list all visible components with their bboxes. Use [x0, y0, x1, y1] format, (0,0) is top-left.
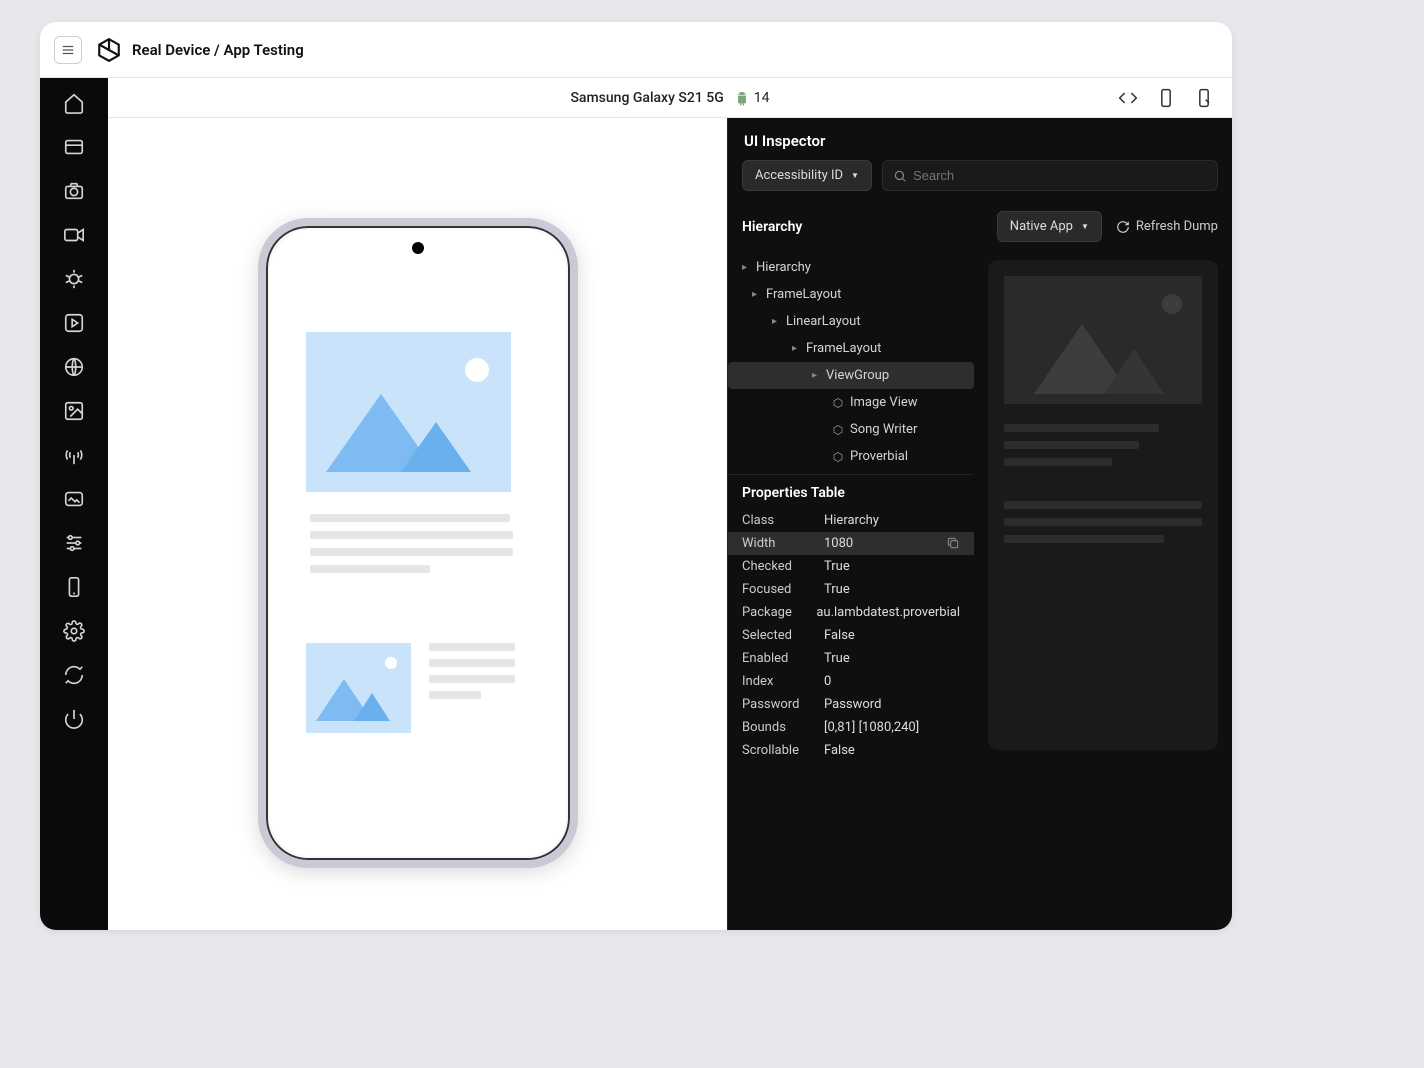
copy-icon[interactable]: [946, 536, 960, 550]
prop-row-focused[interactable]: FocusedTrue: [728, 578, 974, 601]
preview-line: [1004, 518, 1202, 526]
inspector-title: UI Inspector: [728, 118, 1232, 160]
video-icon[interactable]: [63, 224, 85, 246]
play-icon[interactable]: [63, 312, 85, 334]
placeholder-row-small: [306, 643, 530, 733]
preview-line: [1004, 458, 1112, 466]
prop-row-selected[interactable]: SelectedFalse: [728, 624, 974, 647]
chevron-down-icon: ▼: [851, 171, 859, 180]
preview-line: [1004, 424, 1159, 432]
content-row: UI Inspector Accessibility ID ▼ Hierarch…: [108, 118, 1232, 930]
phone-screen-content: [306, 332, 530, 733]
phone-frame[interactable]: [258, 218, 578, 868]
body: Samsung Galaxy S21 5G 14: [40, 78, 1232, 930]
view-dropdown[interactable]: Native App ▼: [997, 211, 1102, 242]
prop-row-index[interactable]: Index0: [728, 670, 974, 693]
picture-icon[interactable]: [63, 488, 85, 510]
camera-icon[interactable]: [63, 180, 85, 202]
image-icon[interactable]: [63, 400, 85, 422]
tree-node-framelayout[interactable]: ▸FrameLayout: [728, 281, 974, 308]
hierarchy-tree: ▸Hierarchy ▸FrameLayout ▸LinearLayout ▸F…: [728, 250, 974, 474]
preview-card: [988, 260, 1218, 750]
home-icon[interactable]: [63, 92, 85, 114]
sync-icon[interactable]: [63, 664, 85, 686]
app-window: Real Device / App Testing Samsung Galaxy…: [40, 22, 1232, 930]
preview-line: [1004, 535, 1164, 543]
search-box[interactable]: [882, 160, 1218, 191]
tree-column: ▸Hierarchy ▸FrameLayout ▸LinearLayout ▸F…: [728, 250, 974, 930]
placeholder-image-small: [306, 643, 411, 733]
prop-row-class[interactable]: ClassHierarchy: [728, 509, 974, 532]
tree-node-viewgroup[interactable]: ▸ViewGroup: [728, 362, 974, 389]
main-area: Samsung Galaxy S21 5G 14: [108, 78, 1232, 930]
hamburger-icon: [61, 43, 75, 57]
hierarchy-bar: Hierarchy Native App ▼ Refresh Dump: [728, 201, 1232, 250]
tree-node-framelayout-2[interactable]: ▸FrameLayout: [728, 335, 974, 362]
inspector-controls: Accessibility ID ▼: [728, 160, 1232, 201]
globe-icon[interactable]: [63, 356, 85, 378]
filter-dropdown-label: Accessibility ID: [755, 168, 843, 183]
bug-icon[interactable]: [63, 268, 85, 290]
filter-dropdown[interactable]: Accessibility ID ▼: [742, 160, 872, 191]
menu-button[interactable]: [54, 36, 82, 64]
inspect-icon[interactable]: [1194, 88, 1214, 108]
prop-row-bounds[interactable]: Bounds[0,81] [1080,240]: [728, 716, 974, 739]
preview-line: [1004, 501, 1202, 509]
placeholder-text-small: [429, 643, 515, 733]
phone-camera: [412, 242, 424, 254]
tree-node-linearlayout[interactable]: ▸LinearLayout: [728, 308, 974, 335]
os-version: 14: [754, 90, 770, 106]
tree-node-hierarchy[interactable]: ▸Hierarchy: [728, 254, 974, 281]
properties-title: Properties Table: [728, 474, 974, 509]
page-title: Real Device / App Testing: [132, 41, 304, 59]
prop-row-width[interactable]: Width1080: [728, 532, 974, 555]
cube-icon: [832, 424, 844, 436]
logo-icon: [96, 37, 122, 63]
prop-row-checked[interactable]: CheckedTrue: [728, 555, 974, 578]
power-icon[interactable]: [63, 708, 85, 730]
code-icon[interactable]: [1118, 88, 1138, 108]
ui-inspector-panel: UI Inspector Accessibility ID ▼ Hierarch…: [727, 118, 1232, 930]
refresh-label: Refresh Dump: [1136, 219, 1218, 234]
search-icon: [893, 169, 907, 183]
tree-leaf-proverbial[interactable]: Proverbial: [728, 443, 974, 470]
placeholder-text: [310, 514, 530, 573]
placeholder-image-large: [306, 332, 511, 492]
properties-table: ClassHierarchy Width1080 CheckedTrue Foc…: [728, 509, 974, 762]
refresh-icon: [1116, 220, 1130, 234]
prop-row-package[interactable]: Packageau.lambdatest.proverbial: [728, 601, 974, 624]
app-icon[interactable]: [63, 136, 85, 158]
preview-column: [974, 250, 1232, 930]
inspector-body: ▸Hierarchy ▸FrameLayout ▸LinearLayout ▸F…: [728, 250, 1232, 930]
preview-image-placeholder: [1004, 276, 1202, 404]
cube-icon: [832, 451, 844, 463]
android-icon: [734, 90, 750, 106]
prop-row-scrollable[interactable]: ScrollableFalse: [728, 739, 974, 762]
hierarchy-label: Hierarchy: [742, 219, 802, 235]
cube-icon: [832, 397, 844, 409]
mobile-icon[interactable]: [63, 576, 85, 598]
device-name: Samsung Galaxy S21 5G: [570, 90, 723, 106]
prop-row-password[interactable]: PasswordPassword: [728, 693, 974, 716]
refresh-button[interactable]: Refresh Dump: [1116, 219, 1218, 234]
gear-icon[interactable]: [63, 620, 85, 642]
device-bar: Samsung Galaxy S21 5G 14: [108, 78, 1232, 118]
tree-leaf-imageview[interactable]: Image View: [728, 389, 974, 416]
phone-preview-area: [108, 118, 727, 930]
prop-row-enabled[interactable]: EnabledTrue: [728, 647, 974, 670]
sidebar: [40, 78, 108, 930]
tree-leaf-songwriter[interactable]: Song Writer: [728, 416, 974, 443]
sliders-icon[interactable]: [63, 532, 85, 554]
top-bar: Real Device / App Testing: [40, 22, 1232, 78]
search-input[interactable]: [907, 161, 1207, 190]
preview-line: [1004, 441, 1139, 449]
view-dropdown-label: Native App: [1010, 219, 1073, 234]
device-icon[interactable]: [1156, 88, 1176, 108]
antenna-icon[interactable]: [63, 444, 85, 466]
chevron-down-icon: ▼: [1081, 222, 1089, 231]
device-actions: [1118, 88, 1214, 108]
